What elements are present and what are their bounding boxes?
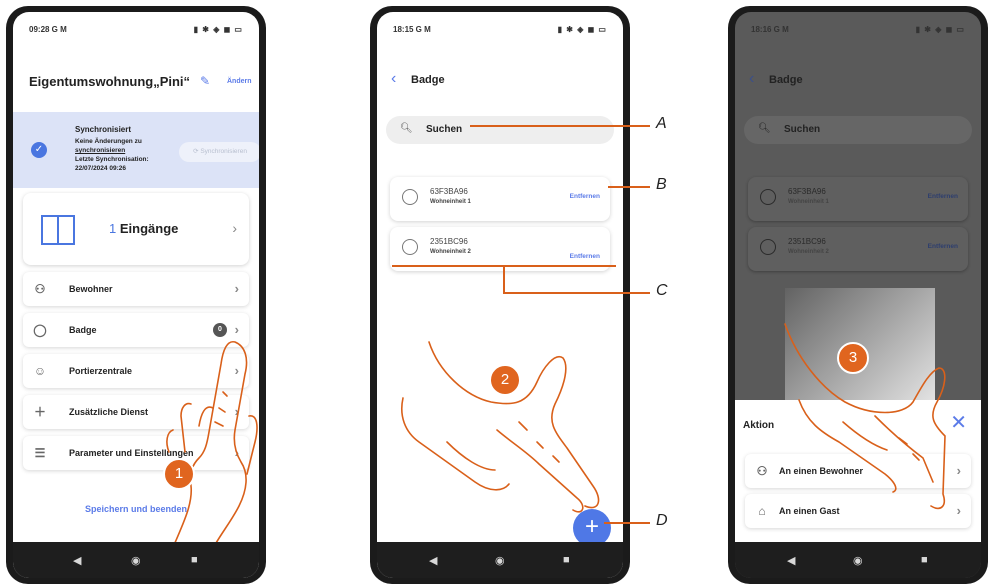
callout-label-c: C [656, 282, 668, 299]
android-nav-bar: ◀ ◉ ■ [13, 542, 259, 578]
phone-screen-1: 09:28 G M ▮ ✱ ◈ ◼ ▭ Eigentumswohnung„Pin… [13, 12, 259, 578]
back-nav-icon[interactable]: ◀ [429, 554, 437, 567]
phone-frame-2: 18:15 G M ▮ ✱ ◈ ◼ ▭ ‹ Badge 🔍︎ Suchen 63… [370, 6, 630, 584]
phone-frame-1: 09:28 G M ▮ ✱ ◈ ◼ ▭ Eigentumswohnung„Pin… [6, 6, 266, 584]
recents-nav-icon[interactable]: ■ [191, 554, 198, 566]
recents-nav-icon[interactable]: ■ [921, 554, 928, 566]
callout-label-a: A [656, 115, 667, 132]
phone-frame-3: 18:16 G M ▮ ✱ ◈ ◼ ▭ ‹ Badge 🔍︎ Suchen 63… [728, 6, 988, 584]
callout-label-b: B [656, 176, 667, 193]
callout-line-a [470, 125, 650, 127]
callout-line-d [604, 522, 650, 524]
back-nav-icon[interactable]: ◀ [787, 554, 795, 567]
step-badge-2: 2 [489, 364, 521, 396]
back-nav-icon[interactable]: ◀ [73, 554, 81, 567]
home-nav-icon[interactable]: ◉ [853, 554, 863, 567]
pointing-hand-icon [784, 323, 946, 510]
android-nav-bar: ◀ ◉ ■ [735, 542, 981, 578]
phone-screen-3: 18:16 G M ▮ ✱ ◈ ◼ ▭ ‹ Badge 🔍︎ Suchen 63… [735, 12, 981, 578]
step-badge-1: 1 [163, 458, 195, 490]
home-nav-icon[interactable]: ◉ [495, 554, 505, 567]
callout-line-b [608, 186, 650, 188]
pointing-hand-icon [401, 341, 600, 513]
pointing-hand-icon [166, 340, 258, 553]
callout-line-c-vertical [503, 265, 505, 293]
phone-screen-2: 18:15 G M ▮ ✱ ◈ ◼ ▭ ‹ Badge 🔍︎ Suchen 63… [377, 12, 623, 578]
recents-nav-icon[interactable]: ■ [563, 554, 570, 566]
step-badge-3: 3 [837, 342, 869, 374]
android-nav-bar: ◀ ◉ ■ [377, 542, 623, 578]
callout-line-c [503, 292, 650, 294]
callout-label-d: D [656, 512, 668, 529]
home-nav-icon[interactable]: ◉ [131, 554, 141, 567]
